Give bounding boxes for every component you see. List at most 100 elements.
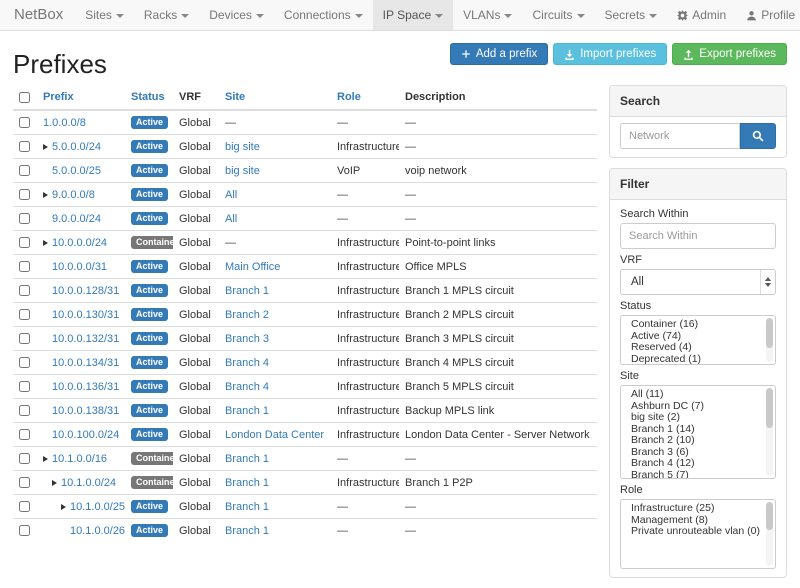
site-option-branch-2-10[interactable]: Branch 2 (10) [621, 435, 775, 447]
nav-item-profile[interactable]: Profile [736, 0, 800, 30]
site-link[interactable]: Branch 2 [225, 309, 269, 321]
prefix-link[interactable]: 10.1.0.0/26 [70, 525, 125, 537]
export-prefixes-button[interactable]: Export prefixes [672, 43, 787, 65]
nav-item-devices[interactable]: Devices [199, 0, 274, 30]
prefix-row: 5.0.0.0/25ActiveGlobalbig siteVoIPvoip n… [13, 159, 597, 183]
prefix-link[interactable]: 10.0.0.134/31 [52, 357, 119, 369]
description-value: London Data Center - Server Network [405, 429, 590, 441]
row-checkbox[interactable] [19, 141, 30, 152]
status-option-container-16[interactable]: Container (16) [621, 319, 775, 331]
role-option-infrastructure-25[interactable]: Infrastructure (25) [621, 503, 775, 515]
nav-item-racks[interactable]: Racks [134, 0, 199, 30]
row-checkbox[interactable] [19, 189, 30, 200]
site-link[interactable]: Branch 4 [225, 381, 269, 393]
chevron-down-icon [256, 14, 264, 18]
search-input[interactable] [620, 123, 740, 149]
role-option-management-8[interactable]: Management (8) [621, 515, 775, 527]
column-header-prefix[interactable]: Prefix [37, 85, 125, 110]
import-prefixes-button[interactable]: Import prefixes [553, 43, 667, 65]
nav-item-admin[interactable]: Admin [667, 0, 736, 30]
scrollbar-track[interactable] [766, 502, 773, 566]
prefix-link[interactable]: 10.0.0.0/24 [52, 237, 107, 249]
prefix-link[interactable]: 10.0.0.128/31 [52, 285, 119, 297]
site-link[interactable]: Branch 1 [225, 285, 269, 297]
scrollbar-thumb[interactable] [766, 502, 773, 530]
site-link[interactable]: Branch 1 [225, 405, 269, 417]
row-select-cell [13, 303, 37, 327]
vrf-select[interactable]: All [620, 269, 776, 295]
role-option-private-unrouteable-vlan-0[interactable]: Private unrouteable vlan (0) [621, 526, 775, 538]
column-header-role[interactable]: Role [331, 85, 399, 110]
site-link[interactable]: Branch 1 [225, 477, 269, 489]
site-link[interactable]: big site [225, 165, 260, 177]
prefix-link[interactable]: 10.1.0.0/16 [52, 453, 107, 465]
row-checkbox[interactable] [19, 213, 30, 224]
search-within-input[interactable] [620, 223, 776, 249]
row-checkbox[interactable] [19, 525, 30, 536]
select-all-checkbox[interactable] [19, 92, 30, 103]
row-checkbox[interactable] [19, 429, 30, 440]
prefix-link[interactable]: 10.0.0.132/31 [52, 333, 119, 345]
prefix-link[interactable]: 5.0.0.0/25 [52, 165, 101, 177]
site-link[interactable]: Branch 1 [225, 525, 269, 537]
description-cell: Point-to-point links [399, 231, 597, 255]
row-checkbox[interactable] [19, 501, 30, 512]
column-header-status[interactable]: Status [125, 85, 173, 110]
site-option-all-11[interactable]: All (11) [621, 389, 775, 401]
row-checkbox[interactable] [19, 117, 30, 128]
scrollbar-thumb[interactable] [766, 318, 773, 348]
prefix-link[interactable]: 10.0.0.136/31 [52, 381, 119, 393]
scrollbar-track[interactable] [766, 388, 773, 476]
prefix-link[interactable]: 5.0.0.0/24 [52, 141, 101, 153]
site-link[interactable]: Branch 4 [225, 357, 269, 369]
prefix-link[interactable]: 10.0.0.0/31 [52, 261, 107, 273]
row-checkbox[interactable] [19, 357, 30, 368]
vrf-cell: Global [173, 303, 219, 327]
prefix-link[interactable]: 10.1.0.0/24 [61, 477, 116, 489]
prefix-row: 10.0.0.0/31ActiveGlobalMain OfficeInfras… [13, 255, 597, 279]
row-checkbox[interactable] [19, 261, 30, 272]
row-checkbox[interactable] [19, 405, 30, 416]
nav-item-vlans[interactable]: VLANs [453, 0, 522, 30]
row-checkbox[interactable] [19, 453, 30, 464]
column-header-site[interactable]: Site [219, 85, 331, 110]
prefix-link[interactable]: 10.0.0.138/31 [52, 405, 119, 417]
nav-item-sites[interactable]: Sites [75, 0, 134, 30]
row-checkbox[interactable] [19, 381, 30, 392]
site-link[interactable]: All [225, 189, 237, 201]
row-checkbox[interactable] [19, 333, 30, 344]
row-checkbox[interactable] [19, 477, 30, 488]
site-option-big-site-2[interactable]: big site (2) [621, 412, 775, 424]
site-option-branch-4-12[interactable]: Branch 4 (12) [621, 458, 775, 470]
row-checkbox[interactable] [19, 309, 30, 320]
site-link[interactable]: big site [225, 141, 260, 153]
add-a-prefix-button[interactable]: Add a prefix [450, 43, 548, 65]
status-option-deprecated-1[interactable]: Deprecated (1) [621, 354, 775, 366]
site-link[interactable]: Main Office [225, 261, 280, 273]
prefix-link[interactable]: 9.0.0.0/24 [52, 213, 101, 225]
prefix-link[interactable]: 10.0.100.0/24 [52, 429, 119, 441]
brand-logo[interactable]: NetBox [8, 0, 75, 30]
nav-item-secrets[interactable]: Secrets [595, 0, 668, 30]
nav-item-circuits[interactable]: Circuits [522, 0, 594, 30]
site-link[interactable]: Branch 1 [225, 453, 269, 465]
site-link[interactable]: London Data Center [225, 429, 324, 441]
site-link[interactable]: Branch 3 [225, 333, 269, 345]
prefix-link[interactable]: 10.0.0.130/31 [52, 309, 119, 321]
prefix-link[interactable]: 1.0.0.0/8 [43, 117, 86, 129]
site-option-branch-5-7[interactable]: Branch 5 (7) [621, 470, 775, 480]
prefix-link[interactable]: 9.0.0.0/8 [52, 189, 95, 201]
row-checkbox[interactable] [19, 237, 30, 248]
status-option-reserved-4[interactable]: Reserved (4) [621, 342, 775, 354]
row-checkbox[interactable] [19, 285, 30, 296]
site-link[interactable]: All [225, 213, 237, 225]
prefix-cell: 10.0.100.0/24 [37, 423, 125, 447]
nav-item-ip-space[interactable]: IP Space [373, 0, 453, 30]
scrollbar-thumb[interactable] [766, 388, 773, 428]
row-checkbox[interactable] [19, 165, 30, 176]
search-button[interactable] [740, 123, 776, 149]
scrollbar-track[interactable] [766, 318, 773, 362]
description-value: — [405, 189, 416, 201]
vrf-cell: Global [173, 423, 219, 447]
nav-item-connections[interactable]: Connections [274, 0, 373, 30]
